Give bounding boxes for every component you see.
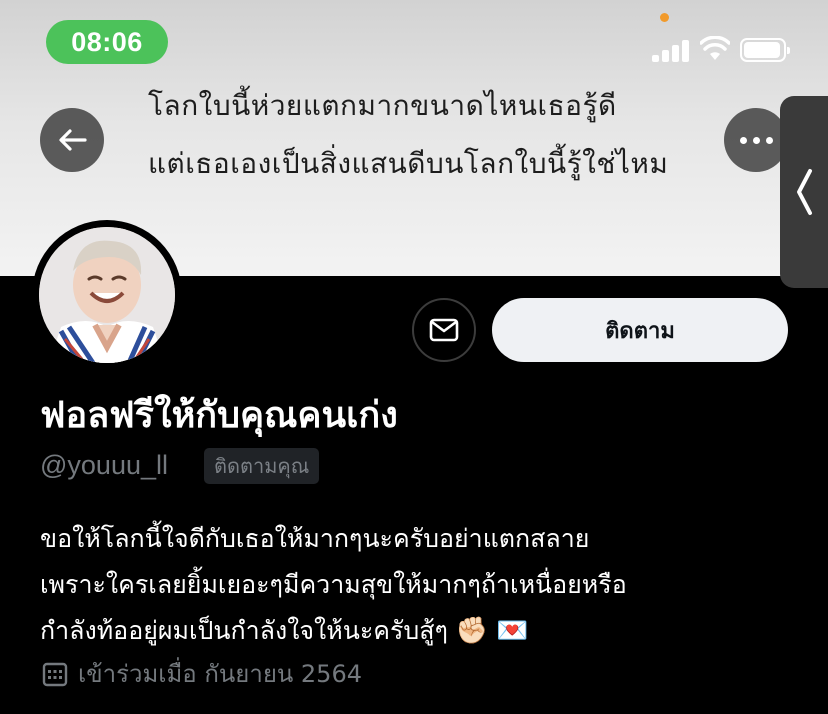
follow-button[interactable]: ติดตาม xyxy=(492,298,788,362)
message-button[interactable] xyxy=(412,298,476,362)
joined-date-text: เข้าร่วมเมื่อ กันยายน 2564 xyxy=(78,660,362,688)
avatar-photo xyxy=(39,227,175,363)
banner-text-line-2: แต่เธอเองเป็นสิ่งแสนดีบนโลกใบนี้รู้ใช่ไห… xyxy=(148,147,669,180)
avatar[interactable] xyxy=(32,220,182,370)
back-button[interactable] xyxy=(40,108,104,172)
bio-line: กำลังท้ออยู่ผมเป็นกำลังใจให้นะครับสู้ๆ ✊… xyxy=(40,608,810,654)
back-arrow-icon xyxy=(59,129,87,151)
battery-icon xyxy=(740,38,790,62)
mail-icon xyxy=(429,318,459,342)
bio-line: ขอให้โลกนี้ใจดีกับเธอให้มากๆนะครับอย่าแต… xyxy=(40,524,590,553)
more-icon xyxy=(737,136,776,144)
bio-line-text: กำลังท้ออยู่ผมเป็นกำลังใจให้นะครับสู้ๆ xyxy=(40,616,448,645)
profile-handle: @youuu_ll xyxy=(40,450,168,480)
follows-you-badge: ติดตามคุณ xyxy=(204,448,320,484)
signal-icon xyxy=(652,38,692,62)
calendar-icon xyxy=(42,662,68,686)
chevron-left-icon xyxy=(797,169,812,215)
banner-text-line-1: โลกใบนี้ห่วยแตกมากขนาดไหนเธอรู้ดี xyxy=(148,89,617,122)
fist-emoji-icon: ✊🏻 xyxy=(455,616,489,646)
more-options-button[interactable] xyxy=(724,108,788,172)
wifi-icon xyxy=(700,36,730,60)
privacy-indicator-dot xyxy=(660,13,669,22)
love-letter-emoji-icon: 💌 xyxy=(496,616,529,646)
side-panel-handle[interactable] xyxy=(780,96,828,288)
bio-line: เพราะใครเลยยิ้มเยอะๆมีความสุขให้มากๆถ้าเ… xyxy=(40,570,627,599)
profile-bio: ขอให้โลกนี้ใจดีกับเธอให้มากๆนะครับอย่าแต… xyxy=(40,516,810,654)
profile-display-name: ฟอลฟรีให้กับคุณคนเก่ง xyxy=(40,395,398,436)
status-time: 08:06 xyxy=(46,20,168,64)
joined-date: เข้าร่วมเมื่อ กันยายน 2564 xyxy=(42,654,362,693)
